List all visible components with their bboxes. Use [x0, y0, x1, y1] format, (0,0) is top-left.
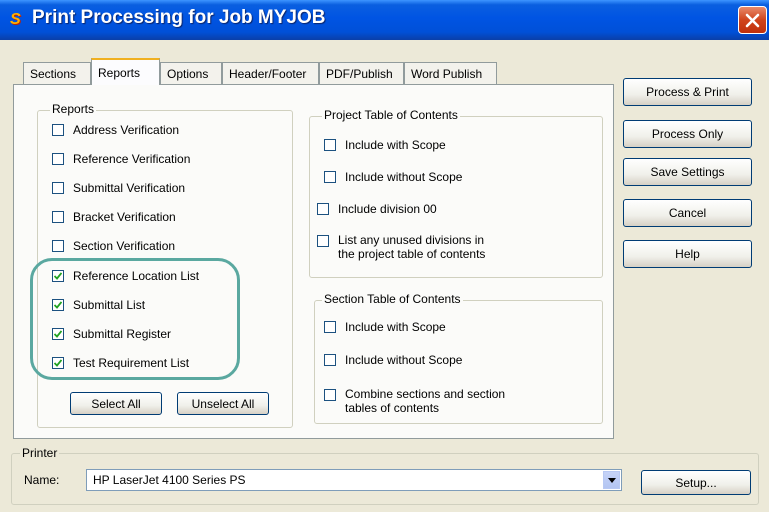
- checkmark-icon: [54, 359, 62, 367]
- combine-sections-line1: Combine sections and section: [345, 387, 506, 401]
- printer-group-label: Printer: [20, 446, 60, 460]
- project-toc-group-label: Project Table of Contents: [322, 108, 460, 122]
- section-include-with-scope-checkbox[interactable]: Include with Scope: [324, 319, 446, 335]
- process-print-button[interactable]: Process & Print: [623, 78, 752, 106]
- title-bar[interactable]: S Print Processing for Job MYJOB: [0, 0, 769, 40]
- address-verification-checkbox[interactable]: Address Verification: [52, 122, 179, 138]
- print-processing-dialog: S Print Processing for Job MYJOB Section…: [0, 0, 769, 512]
- tab-reports[interactable]: Reports: [91, 58, 160, 85]
- tab-pdf-publish[interactable]: PDF/Publish: [319, 62, 404, 84]
- save-settings-button[interactable]: Save Settings: [623, 158, 752, 186]
- project-include-without-scope-checkbox[interactable]: Include without Scope: [324, 169, 462, 185]
- printer-select[interactable]: HP LaserJet 4100 Series PS: [86, 469, 622, 491]
- section-toc-group-label: Section Table of Contents: [322, 292, 463, 306]
- tab-options[interactable]: Options: [160, 62, 222, 84]
- combine-sections-checkbox[interactable]: Combine sections and section tables of co…: [324, 387, 505, 417]
- printer-setup-button[interactable]: Setup...: [641, 470, 751, 495]
- tab-header-footer[interactable]: Header/Footer: [222, 62, 319, 84]
- select-all-button[interactable]: Select All: [70, 392, 162, 415]
- tab-word-publish[interactable]: Word Publish: [404, 62, 497, 84]
- list-unused-divisions-checkbox[interactable]: List any unused divisions in the project …: [317, 233, 485, 263]
- list-unused-divisions-line2: the project table of contents: [338, 247, 486, 261]
- app-icon: S: [10, 11, 21, 28]
- dropdown-button[interactable]: [603, 471, 620, 489]
- combine-sections-line2: tables of contents: [345, 401, 440, 415]
- close-button[interactable]: [738, 6, 767, 34]
- checkmark-icon: [54, 301, 62, 309]
- list-unused-divisions-line1: List any unused divisions in: [338, 233, 485, 247]
- submittal-list-checkbox[interactable]: Submittal List: [52, 297, 145, 313]
- project-include-with-scope-checkbox[interactable]: Include with Scope: [324, 137, 446, 153]
- section-include-without-scope-checkbox[interactable]: Include without Scope: [324, 352, 462, 368]
- tab-sections[interactable]: Sections: [23, 62, 91, 84]
- submittal-register-checkbox[interactable]: Submittal Register: [52, 326, 171, 342]
- help-button[interactable]: Help: [623, 240, 752, 268]
- printer-select-value: HP LaserJet 4100 Series PS: [93, 473, 246, 487]
- reference-verification-checkbox[interactable]: Reference Verification: [52, 151, 190, 167]
- unselect-all-button[interactable]: Unselect All: [177, 392, 269, 415]
- cancel-button[interactable]: Cancel: [623, 199, 752, 227]
- process-only-button[interactable]: Process Only: [623, 120, 752, 148]
- chevron-down-icon: [608, 478, 616, 483]
- test-requirement-list-checkbox[interactable]: Test Requirement List: [52, 355, 189, 371]
- include-division-00-checkbox[interactable]: Include division 00: [317, 201, 437, 217]
- checkmark-icon: [54, 272, 62, 280]
- section-verification-checkbox[interactable]: Section Verification: [52, 238, 175, 254]
- checkmark-icon: [54, 330, 62, 338]
- bracket-verification-checkbox[interactable]: Bracket Verification: [52, 209, 176, 225]
- submittal-verification-checkbox[interactable]: Submittal Verification: [52, 180, 185, 196]
- window-title: Print Processing for Job MYJOB: [32, 7, 326, 28]
- reference-location-list-checkbox[interactable]: Reference Location List: [52, 268, 199, 284]
- close-icon: [745, 13, 760, 28]
- printer-name-label: Name:: [24, 473, 60, 487]
- reports-group-label: Reports: [50, 102, 97, 116]
